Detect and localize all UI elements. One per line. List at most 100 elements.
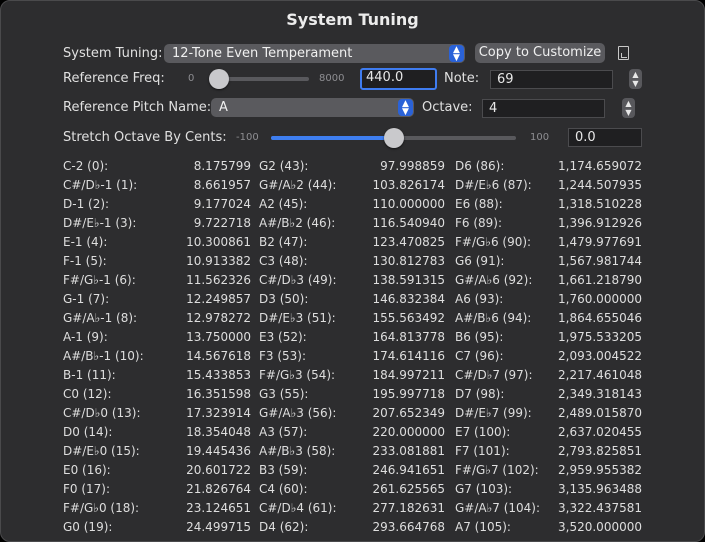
note-name: F-1 (5): bbox=[63, 254, 107, 268]
note-frequency: 123.470825 bbox=[372, 235, 445, 249]
note-frequency: 97.998859 bbox=[380, 159, 445, 173]
note-frequency: 293.664768 bbox=[372, 520, 445, 534]
note-name: B2 (47): bbox=[259, 235, 308, 249]
reference-pitch-name-label: Reference Pitch Name: bbox=[63, 100, 212, 115]
note-frequency: 14.567618 bbox=[186, 349, 251, 363]
note-frequency: 1,975.533205 bbox=[558, 330, 642, 344]
note-frequency: 9.722718 bbox=[193, 216, 251, 230]
note-frequency: 2,959.955382 bbox=[558, 463, 642, 477]
note-frequency: 164.813778 bbox=[372, 330, 445, 344]
note-frequency: 174.614116 bbox=[372, 349, 445, 363]
note-frequency: 184.997211 bbox=[372, 368, 445, 382]
note-frequency: 220.000000 bbox=[372, 425, 445, 439]
table-row: E-1 (4): 10.300861 B2 (47): 123.470825 F#/G♭… bbox=[1, 234, 704, 253]
stretch-slider-thumb[interactable] bbox=[383, 128, 404, 148]
copy-to-customize-button[interactable]: Copy to Customize bbox=[475, 43, 605, 63]
note-frequency: 146.832384 bbox=[372, 292, 445, 306]
note-frequency: 10.300861 bbox=[186, 235, 251, 249]
note-name: G#/A♭2 (44): bbox=[259, 178, 337, 192]
reference-freq-label: Reference Freq: bbox=[63, 71, 165, 86]
note-name: D6 (86): bbox=[455, 159, 505, 173]
note-frequency: 12.249857 bbox=[186, 292, 251, 306]
reference-freq-min: 0 bbox=[188, 73, 195, 84]
note-frequency: 8.175799 bbox=[193, 159, 251, 173]
note-name: F7 (101): bbox=[455, 444, 510, 458]
octave-stepper[interactable]: ▲ ▼ bbox=[622, 98, 635, 118]
stretch-octave-label: Stretch Octave By Cents: bbox=[63, 130, 227, 145]
note-frequency: 110.000000 bbox=[372, 197, 445, 211]
note-frequency: 12.978272 bbox=[186, 311, 251, 325]
note-frequency: 21.826764 bbox=[186, 482, 251, 496]
note-name: F6 (89): bbox=[455, 216, 503, 230]
note-name: C-2 (0): bbox=[63, 159, 109, 173]
note-name: G2 (43): bbox=[259, 159, 309, 173]
note-name: F#/G♭3 (54): bbox=[259, 368, 336, 382]
table-row: D#/E♭-1 (3): 9.722718 A#/B♭2 (46): 116.5409… bbox=[1, 215, 704, 234]
note-name: D7 (98): bbox=[455, 387, 505, 401]
note-name: A#/B♭3 (58): bbox=[259, 444, 336, 458]
octave-field[interactable]: 4 bbox=[482, 99, 605, 118]
note-frequency: 1,661.218790 bbox=[558, 273, 642, 287]
note-frequency: 2,489.015870 bbox=[558, 406, 642, 420]
note-name: E7 (100): bbox=[455, 425, 511, 439]
note-name: C3 (48): bbox=[259, 254, 308, 268]
note-name: G#/A♭6 (92): bbox=[455, 273, 533, 287]
note-frequency: 1,567.981744 bbox=[558, 254, 642, 268]
note-name: E3 (52): bbox=[259, 330, 307, 344]
table-row: C-2 (0): 8.175799 G2 (43): 97.998859 D6 (86)… bbox=[1, 158, 704, 177]
note-name: D#/E♭0 (15): bbox=[63, 444, 140, 458]
note-frequency: 1,760.000000 bbox=[558, 292, 642, 306]
note-name: D3 (50): bbox=[259, 292, 309, 306]
note-frequency: 207.652349 bbox=[372, 406, 445, 420]
note-name: A-1 (9): bbox=[63, 330, 108, 344]
table-row: B-1 (11): 15.433853 F#/G♭3 (54): 184.997211… bbox=[1, 367, 704, 386]
table-row: A#/B♭-1 (10): 14.567618 F3 (53): 174.614116… bbox=[1, 348, 704, 367]
note-frequency: 11.562326 bbox=[186, 273, 251, 287]
note-name: F#/G♭0 (18): bbox=[63, 501, 140, 515]
note-name: G-1 (7): bbox=[63, 292, 110, 306]
note-frequency: 1,864.655046 bbox=[558, 311, 642, 325]
note-name: F#/G♭-1 (6): bbox=[63, 273, 136, 287]
table-row: F-1 (5): 10.913382 C3 (48): 130.812783 G6 (9… bbox=[1, 253, 704, 272]
note-frequency: 16.351598 bbox=[186, 387, 251, 401]
stretch-slider-fill bbox=[271, 136, 394, 140]
table-row: E0 (16): 20.601722 B3 (59): 246.941651 F#/G♭… bbox=[1, 462, 704, 481]
note-frequency: 3,135.963488 bbox=[558, 482, 642, 496]
window-title: System Tuning bbox=[286, 10, 419, 29]
system-tuning-popup[interactable]: 12-Tone Even Temperament ▲ ▼ bbox=[164, 44, 465, 63]
reference-freq-field[interactable]: 440.0 bbox=[360, 68, 437, 90]
octave-label: Octave: bbox=[422, 100, 473, 115]
reference-freq-slider-thumb[interactable] bbox=[209, 69, 230, 89]
system-tuning-value: 12-Tone Even Temperament bbox=[172, 46, 353, 61]
note-frequency: 2,793.825851 bbox=[558, 444, 642, 458]
note-name: C#/D♭-1 (1): bbox=[63, 178, 138, 192]
note-name: C7 (96): bbox=[455, 349, 504, 363]
stretch-min: -100 bbox=[236, 132, 259, 143]
system-tuning-window: System Tuning System Tuning: 12-Tone Eve… bbox=[0, 0, 705, 542]
note-frequency: 2,093.004522 bbox=[558, 349, 642, 363]
chevron-updown-icon: ▲ ▼ bbox=[398, 99, 413, 117]
note-frequency: 277.182631 bbox=[372, 501, 445, 515]
reference-pitch-value: A bbox=[219, 100, 228, 115]
note-name: A7 (105): bbox=[455, 520, 511, 534]
note-name: E-1 (4): bbox=[63, 235, 108, 249]
note-frequency: 24.499715 bbox=[186, 520, 251, 534]
note-frequency: 18.354048 bbox=[186, 425, 251, 439]
note-field[interactable]: 69 bbox=[490, 70, 613, 89]
table-row: G#/A♭-1 (8): 12.978272 D#/E♭3 (51): 155.563… bbox=[1, 310, 704, 329]
note-name: G6 (91): bbox=[455, 254, 505, 268]
note-frequency: 195.997718 bbox=[372, 387, 445, 401]
reference-pitch-popup[interactable]: A ▲ ▼ bbox=[211, 98, 414, 117]
note-name: B6 (95): bbox=[455, 330, 504, 344]
note-name: C#/D♭7 (97): bbox=[455, 368, 533, 382]
note-name: A#/B♭6 (94): bbox=[455, 311, 532, 325]
note-stepper[interactable]: ▲ ▼ bbox=[629, 69, 642, 89]
document-icon[interactable] bbox=[618, 46, 629, 60]
note-name: D4 (62): bbox=[259, 520, 309, 534]
note-frequency: 2,217.461048 bbox=[558, 368, 642, 382]
note-name: D-1 (2): bbox=[63, 197, 110, 211]
note-name: C#/D♭3 (49): bbox=[259, 273, 337, 287]
stretch-field[interactable]: 0.0 bbox=[568, 128, 642, 147]
note-name: E6 (88): bbox=[455, 197, 503, 211]
note-frequency: 116.540940 bbox=[372, 216, 445, 230]
